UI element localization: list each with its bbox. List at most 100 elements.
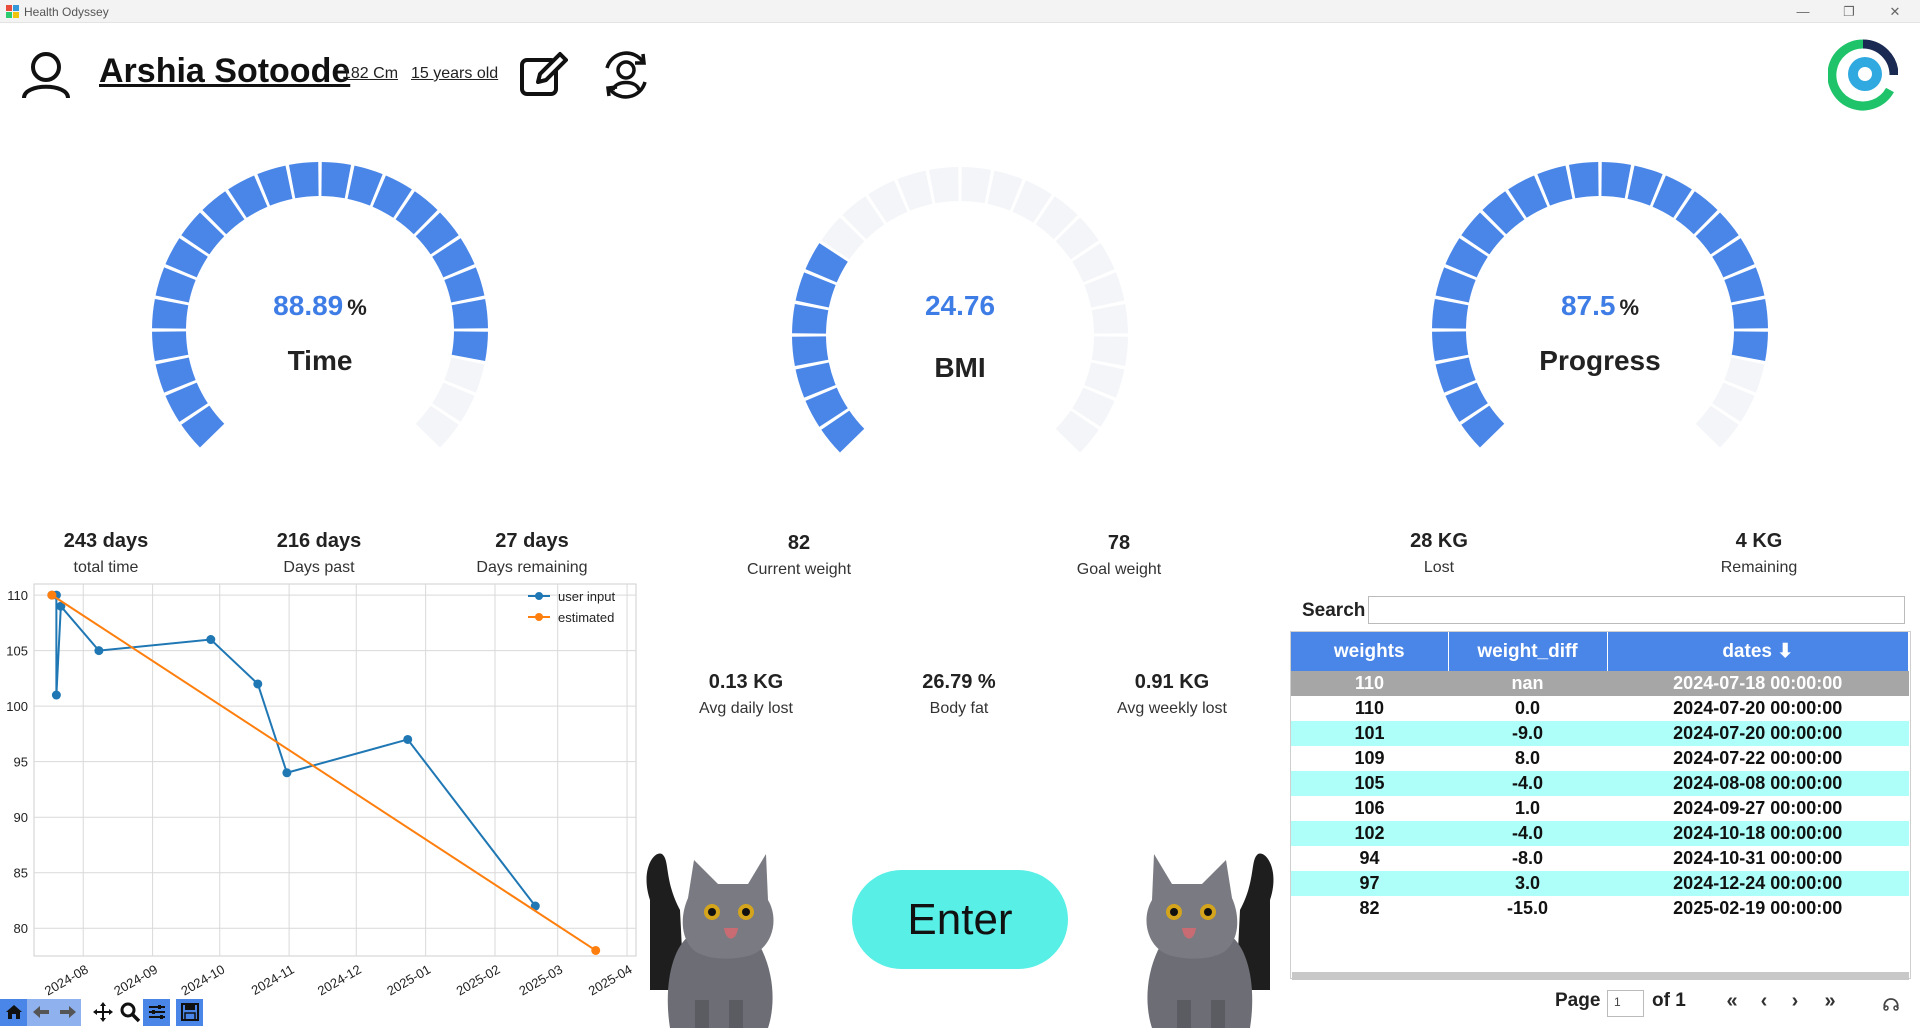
stat-value: 4 KG [1735, 530, 1783, 552]
progress-value-text: 87.5 [1560, 290, 1616, 321]
gauge-segment [1731, 298, 1768, 329]
stat-value: 0.13 KG [708, 671, 784, 693]
gauge-segment [1731, 331, 1768, 362]
last-page-button[interactable]: » [1818, 990, 1842, 1013]
y-tick-label: 90 [14, 810, 28, 825]
switch-user-icon[interactable] [599, 50, 653, 100]
gauge-segment [152, 298, 189, 329]
data-point [47, 590, 57, 600]
x-tick-label: 2025-03 [516, 962, 565, 999]
restore-button[interactable]: ❐ [1826, 0, 1872, 23]
gauge-segment [961, 167, 992, 204]
page-label: Page [1555, 990, 1601, 1011]
stat-days-past: 216 days Days past [219, 530, 419, 577]
table-row[interactable]: 109 8.0 2024-07-22 00:00:00 [1291, 746, 1909, 771]
stat-label: Avg daily lost [699, 700, 793, 717]
column-header-weights[interactable]: weights [1291, 632, 1449, 671]
table-cell: nan [1448, 671, 1607, 696]
enter-button[interactable]: Enter [852, 870, 1068, 969]
stat-current-weight: 82 Current weight [699, 532, 899, 579]
minimize-button[interactable]: — [1780, 0, 1826, 23]
user-name[interactable]: Arshia Sotoode [99, 52, 350, 91]
legend-label: estimated [558, 610, 614, 625]
home-icon[interactable] [0, 998, 27, 1026]
stat-label: Avg weekly lost [1117, 700, 1227, 717]
window-title: Health Odyssey [24, 5, 109, 19]
data-point [403, 734, 413, 744]
forward-icon[interactable] [54, 998, 81, 1026]
table-cell: 0.0 [1514, 698, 1541, 718]
table-cell: 2025-02-19 00:00:00 [1673, 898, 1843, 918]
user-age[interactable]: 15 years old [411, 65, 498, 83]
weights-table[interactable]: weights weight_diff dates ⬇ 110 nan 2024-0… [1290, 631, 1911, 979]
page-of-label: of 1 [1652, 990, 1686, 1011]
time-value-text: 88.89 [273, 290, 344, 321]
table-row[interactable]: 94 -8.0 2024-10-31 00:00:00 [1291, 846, 1909, 871]
table-row[interactable]: 82 -15.0 2025-02-19 00:00:00 [1291, 896, 1909, 921]
table-horizontal-scrollbar[interactable] [1292, 972, 1909, 980]
app-icon [6, 5, 19, 18]
first-page-button[interactable]: « [1720, 990, 1744, 1013]
pan-icon[interactable] [89, 999, 116, 1026]
y-tick-label: 80 [14, 921, 28, 936]
y-tick-label: 85 [14, 866, 28, 881]
stat-label: Body fat [929, 700, 989, 717]
table-cell: 97 [1291, 871, 1448, 896]
table-settings-icon[interactable] [1882, 996, 1900, 1012]
user-height[interactable]: 182 Cm [342, 65, 398, 83]
gauge-segment [321, 162, 352, 199]
x-tick-label: 2024-11 [249, 962, 297, 998]
y-tick-label: 100 [6, 699, 28, 714]
stat-value: 26.79 % [922, 671, 996, 693]
weight-chart[interactable]: 2024-08 2024-09 2024-10 2024-11 2024-12 2025-… [0, 580, 640, 1000]
table-cell: 2024-12-24 00:00:00 [1607, 871, 1909, 896]
stat-goal-weight: 78 Goal weight [1019, 532, 1219, 579]
search-input[interactable] [1368, 596, 1905, 624]
plot-area [33, 583, 637, 957]
table-row[interactable]: 110 nan 2024-07-18 00:00:00 [1291, 671, 1909, 696]
close-button[interactable]: ✕ [1872, 0, 1918, 23]
gauge-segment [1568, 162, 1599, 199]
table-row[interactable]: 97 3.0 2024-12-24 00:00:00 [1291, 871, 1909, 896]
configure-subplots-icon[interactable] [143, 998, 170, 1026]
edit-icon[interactable] [518, 50, 568, 100]
cat-image-right [1146, 853, 1274, 1028]
back-icon[interactable] [27, 998, 54, 1026]
table-row[interactable]: 106 1.0 2024-09-27 00:00:00 [1291, 796, 1909, 821]
prev-page-button[interactable]: ‹ [1752, 990, 1776, 1013]
table-row[interactable]: 105 -4.0 2024-08-08 00:00:00 [1291, 771, 1909, 796]
user-profile-icon[interactable] [20, 50, 72, 100]
column-header-dates[interactable]: dates ⬇ [1607, 632, 1909, 671]
table-header-row: weights weight_diff dates ⬇ [1291, 632, 1909, 671]
table-row[interactable]: 110 0.0 2024-07-20 00:00:00 [1291, 696, 1909, 721]
table-row[interactable]: 101 -9.0 2024-07-20 00:00:00 [1291, 721, 1909, 746]
x-tick-label: 2025-01 [384, 962, 433, 999]
page-number-input[interactable]: 1 [1607, 990, 1644, 1017]
gauge-segment [288, 162, 319, 199]
x-tick-label: 2025-04 [586, 962, 635, 999]
gauge-segment [451, 331, 488, 362]
table-cell: 102 [1291, 821, 1448, 846]
zoom-icon[interactable] [116, 999, 143, 1026]
bmi-gauge-label: BMI [934, 352, 986, 383]
progress-unit: % [1619, 295, 1640, 320]
next-page-button[interactable]: › [1783, 990, 1807, 1013]
legend-marker [535, 592, 543, 600]
stat-value: 78 [1107, 532, 1131, 554]
column-header-weight-diff[interactable]: weight_diff [1448, 632, 1608, 671]
table-cell: 3.0 [1448, 871, 1607, 896]
gauge-segment [1601, 162, 1632, 199]
time-unit: % [347, 295, 367, 320]
data-point [253, 679, 263, 689]
table-cell: 2024-08-08 00:00:00 [1607, 771, 1909, 796]
stat-body-fat: 26.79 % Body fat [859, 671, 1059, 718]
save-figure-icon[interactable] [176, 998, 203, 1026]
stat-value: 216 days [276, 530, 362, 552]
gauge-segment [792, 303, 829, 334]
x-tick-label: 2024-10 [178, 962, 227, 999]
x-tick-label: 2024-12 [315, 962, 364, 999]
table-cell: 110 [1291, 671, 1448, 696]
stat-avg-weekly-lost: 0.91 KG Avg weekly lost [1072, 671, 1272, 718]
gauge-segment [792, 336, 829, 367]
table-row[interactable]: 102 -4.0 2024-10-18 00:00:00 [1291, 821, 1909, 846]
